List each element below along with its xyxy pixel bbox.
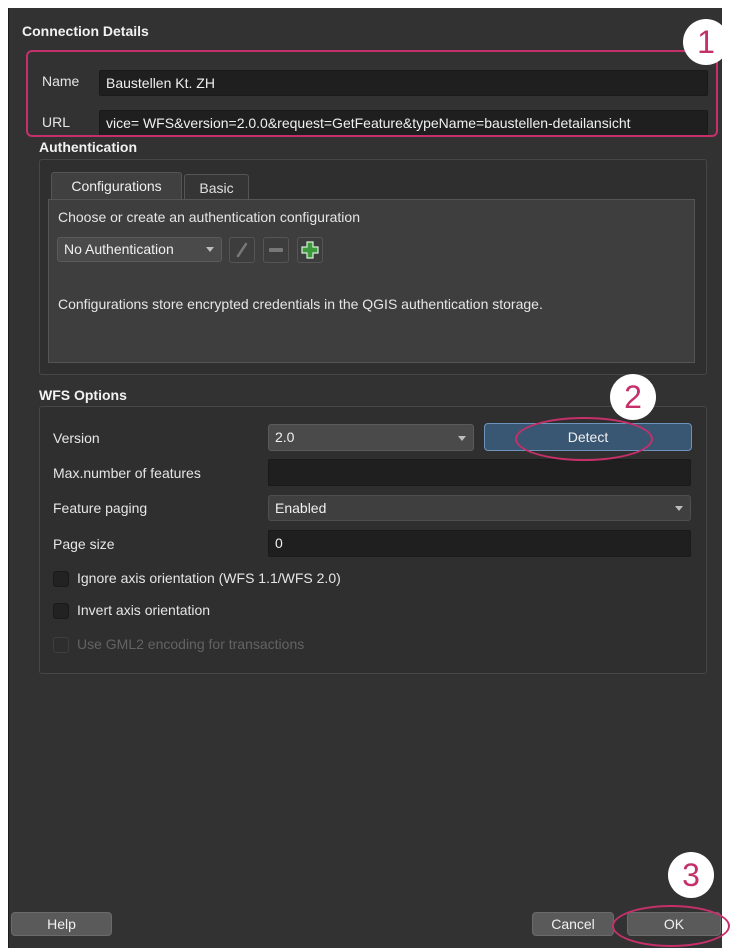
invert-axis-label: Invert axis orientation — [77, 602, 211, 618]
authentication-title: Authentication — [39, 139, 137, 155]
annotation-ellipse-ok — [612, 905, 730, 947]
max-features-field[interactable] — [268, 459, 691, 486]
edit-config-button[interactable] — [229, 237, 255, 263]
gml2-encoding-checkbox — [53, 637, 69, 653]
tab-basic[interactable]: Basic — [184, 174, 249, 200]
auth-info-text: Configurations store encrypted credentia… — [58, 296, 543, 312]
add-icon — [301, 241, 319, 259]
auth-prompt: Choose or create an authentication confi… — [58, 209, 360, 225]
annotation-marker-2: 2 — [610, 374, 656, 420]
feature-paging-label: Feature paging — [53, 500, 148, 516]
chevron-down-icon — [675, 506, 683, 511]
feature-paging-value: Enabled — [275, 500, 327, 516]
auth-config-value: No Authentication — [64, 241, 174, 257]
page-size-label: Page size — [53, 536, 115, 552]
edit-icon — [236, 242, 248, 258]
annotation-ellipse-detect — [515, 417, 653, 461]
ignore-axis-checkbox[interactable] — [53, 571, 69, 587]
remove-icon — [269, 248, 283, 252]
chevron-down-icon — [458, 436, 466, 441]
help-button[interactable]: Help — [11, 912, 112, 936]
annotation-marker-3: 3 — [668, 852, 714, 898]
gml2-encoding-label: Use GML2 encoding for transactions — [77, 636, 305, 652]
remove-config-button[interactable] — [263, 237, 289, 263]
connection-details-title: Connection Details — [22, 23, 149, 39]
configurations-pane: Choose or create an authentication confi… — [48, 199, 695, 363]
auth-config-select[interactable]: No Authentication — [57, 237, 222, 262]
annotation-box-connection — [26, 50, 718, 137]
version-select[interactable]: 2.0 — [268, 424, 474, 451]
chevron-down-icon — [206, 247, 214, 252]
wfs-options-title: WFS Options — [39, 387, 127, 403]
version-label: Version — [53, 430, 100, 446]
ignore-axis-label: Ignore axis orientation (WFS 1.1/WFS 2.0… — [77, 570, 341, 586]
annotation-marker-1: 1 — [683, 19, 729, 65]
max-features-label: Max.number of features — [53, 465, 201, 481]
invert-axis-checkbox[interactable] — [53, 603, 69, 619]
add-config-button[interactable] — [297, 237, 323, 263]
version-value: 2.0 — [275, 429, 295, 445]
wfs-connection-dialog: Connection Details Name Baustellen Kt. Z… — [8, 8, 722, 948]
page-size-field[interactable]: 0 — [268, 530, 691, 557]
tab-configurations[interactable]: Configurations — [51, 172, 182, 200]
feature-paging-select[interactable]: Enabled — [268, 495, 691, 521]
cancel-button[interactable]: Cancel — [532, 912, 614, 936]
